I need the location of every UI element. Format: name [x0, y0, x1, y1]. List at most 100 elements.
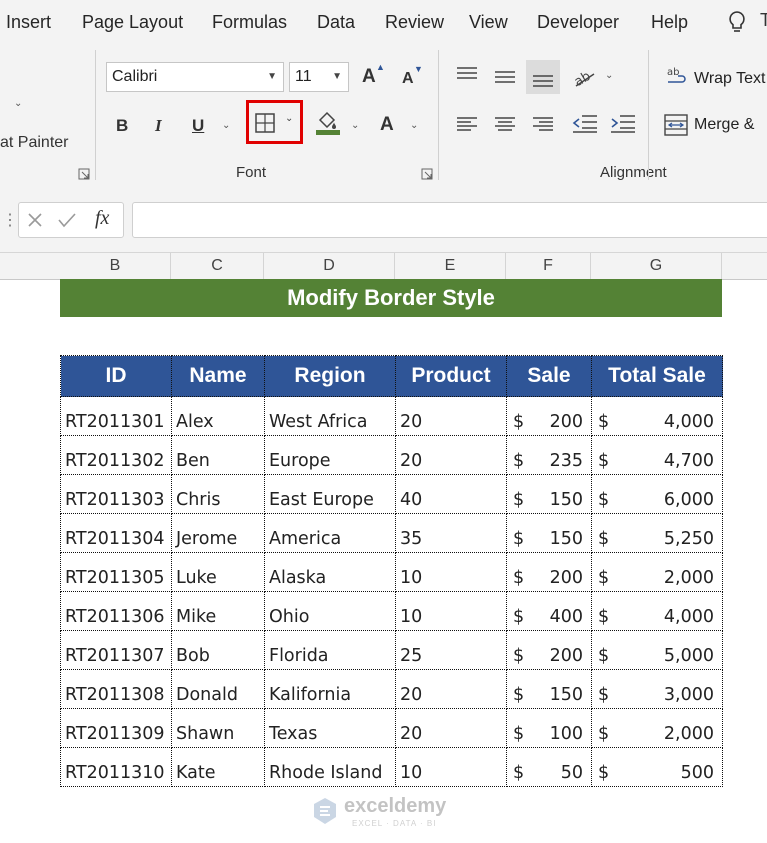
cell-region[interactable]: Texas	[264, 708, 396, 748]
drag-handle-icon[interactable]: ⋮	[2, 210, 18, 230]
chevron-down-icon[interactable]: ⌄	[14, 98, 22, 109]
cell-region[interactable]: Europe	[264, 435, 396, 475]
cell-product[interactable]: 10	[395, 552, 507, 592]
cell-total-sale[interactable]: $4,000	[591, 591, 723, 631]
align-right-icon[interactable]	[532, 116, 554, 132]
cancel-icon[interactable]	[27, 212, 43, 228]
lightbulb-icon[interactable]	[727, 10, 747, 34]
wrap-text-button[interactable]: Wrap Text	[694, 70, 765, 88]
cell-id[interactable]: RT2011307	[60, 630, 172, 670]
cell-product[interactable]: 35	[395, 513, 507, 553]
cell-region[interactable]: Rhode Island	[264, 747, 396, 787]
font-size-combo[interactable]: 11 ▼	[289, 62, 349, 92]
align-top-icon[interactable]	[456, 66, 478, 80]
italic-button[interactable]: I	[155, 116, 162, 136]
cell-product[interactable]: 20	[395, 708, 507, 748]
cell-total-sale[interactable]: $3,000	[591, 669, 723, 709]
column-header-c[interactable]: C	[171, 253, 264, 279]
cell-id[interactable]: RT2011305	[60, 552, 172, 592]
cell-total-sale[interactable]: $500	[591, 747, 723, 787]
cell-sale[interactable]: $200	[506, 630, 592, 670]
cell-name[interactable]: Luke	[171, 552, 265, 592]
cell-total-sale[interactable]: $4,000	[591, 396, 723, 436]
column-header-b[interactable]: B	[60, 253, 171, 279]
cell-region[interactable]: Ohio	[264, 591, 396, 631]
header-total-sale[interactable]: Total Sale	[591, 355, 723, 397]
chevron-down-icon[interactable]: ⌄	[351, 120, 359, 131]
font-color-button[interactable]: A	[380, 114, 394, 136]
cell-name[interactable]: Shawn	[171, 708, 265, 748]
cell-region[interactable]: East Europe	[264, 474, 396, 514]
cell-sale[interactable]: $150	[506, 474, 592, 514]
cell-name[interactable]: Chris	[171, 474, 265, 514]
fill-color-icon[interactable]	[314, 108, 342, 136]
grow-font-button[interactable]: A	[362, 66, 376, 88]
cell-id[interactable]: RT2011309	[60, 708, 172, 748]
cell-product[interactable]: 25	[395, 630, 507, 670]
cell-id[interactable]: RT2011304	[60, 513, 172, 553]
merge-center-button[interactable]: Merge &	[694, 116, 754, 134]
cell-name[interactable]: Jerome	[171, 513, 265, 553]
cell-product[interactable]: 10	[395, 747, 507, 787]
wrap-text-icon[interactable]: ab	[666, 66, 688, 88]
cell-id[interactable]: RT2011302	[60, 435, 172, 475]
cell-sale[interactable]: $200	[506, 552, 592, 592]
cell-product[interactable]: 20	[395, 435, 507, 475]
cell-name[interactable]: Donald	[171, 669, 265, 709]
cell-region[interactable]: America	[264, 513, 396, 553]
cell-name[interactable]: Bob	[171, 630, 265, 670]
align-bottom-button[interactable]	[526, 60, 560, 94]
cell-total-sale[interactable]: $4,700	[591, 435, 723, 475]
align-middle-icon[interactable]	[494, 70, 516, 84]
cell-sale[interactable]: $400	[506, 591, 592, 631]
formula-input[interactable]	[132, 202, 767, 238]
menu-insert[interactable]: Insert	[6, 12, 51, 33]
cell-id[interactable]: RT2011306	[60, 591, 172, 631]
header-product[interactable]: Product	[395, 355, 507, 397]
cell-region[interactable]: Kalifornia	[264, 669, 396, 709]
chevron-down-icon[interactable]: ⌄	[222, 120, 230, 131]
menu-page-layout[interactable]: Page Layout	[82, 12, 183, 33]
dialog-launcher-icon[interactable]	[421, 168, 433, 180]
menu-help[interactable]: Help	[651, 12, 688, 33]
cell-product[interactable]: 20	[395, 669, 507, 709]
cell-sale[interactable]: $200	[506, 396, 592, 436]
cell-name[interactable]: Mike	[171, 591, 265, 631]
header-sale[interactable]: Sale	[506, 355, 592, 397]
cell-total-sale[interactable]: $2,000	[591, 708, 723, 748]
cell-sale[interactable]: $150	[506, 669, 592, 709]
cell-total-sale[interactable]: $2,000	[591, 552, 723, 592]
check-icon[interactable]	[57, 212, 77, 228]
insert-function-button[interactable]: fx	[95, 207, 109, 230]
cell-region[interactable]: West Africa	[264, 396, 396, 436]
menu-review[interactable]: Review	[385, 12, 444, 33]
menu-data[interactable]: Data	[317, 12, 355, 33]
dialog-launcher-icon[interactable]	[78, 168, 90, 180]
font-name-combo[interactable]: Calibri ▼	[106, 62, 284, 92]
column-header-g[interactable]: G	[591, 253, 722, 279]
sheet-title[interactable]: Modify Border Style	[60, 279, 722, 317]
header-name[interactable]: Name	[171, 355, 265, 397]
cell-region[interactable]: Alaska	[264, 552, 396, 592]
column-header-e[interactable]: E	[395, 253, 506, 279]
decrease-indent-icon[interactable]	[572, 114, 598, 134]
align-left-icon[interactable]	[456, 116, 478, 132]
menu-view[interactable]: View	[469, 12, 508, 33]
cell-total-sale[interactable]: $5,250	[591, 513, 723, 553]
cell-sale[interactable]: $235	[506, 435, 592, 475]
column-header-f[interactable]: F	[506, 253, 591, 279]
cell-id[interactable]: RT2011308	[60, 669, 172, 709]
column-header-d[interactable]: D	[264, 253, 395, 279]
cell-region[interactable]: Florida	[264, 630, 396, 670]
merge-center-icon[interactable]	[664, 114, 688, 136]
underline-button[interactable]: U	[192, 116, 204, 136]
cell-total-sale[interactable]: $5,000	[591, 630, 723, 670]
cell-name[interactable]: Ben	[171, 435, 265, 475]
header-region[interactable]: Region	[264, 355, 396, 397]
cell-sale[interactable]: $50	[506, 747, 592, 787]
cell-name[interactable]: Alex	[171, 396, 265, 436]
align-center-icon[interactable]	[494, 116, 516, 132]
cell-total-sale[interactable]: $6,000	[591, 474, 723, 514]
cell-id[interactable]: RT2011301	[60, 396, 172, 436]
cell-name[interactable]: Kate	[171, 747, 265, 787]
